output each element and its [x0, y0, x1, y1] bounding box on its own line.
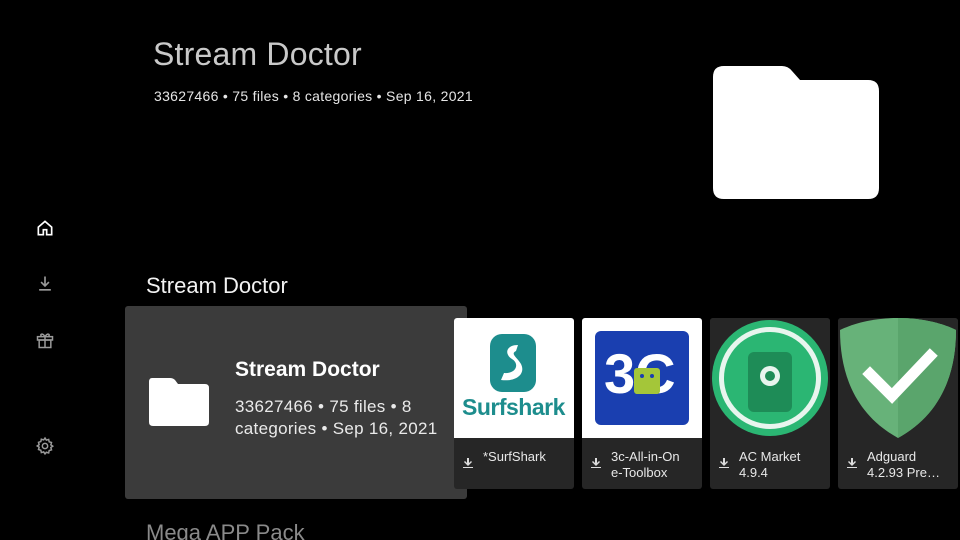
page-meta: 33627466 • 75 files • 8 categories • Sep…	[154, 88, 473, 104]
app-root: Stream Doctor 33627466 • 75 files • 8 ca…	[0, 0, 960, 540]
app-label: Adguard 4.2.93 Pre…	[867, 449, 940, 480]
adguard-logo	[838, 318, 958, 438]
folder-icon	[148, 377, 210, 427]
app-tile-3c-toolbox[interactable]: 3C 3c-All-in-On e-Toolbox	[582, 318, 702, 489]
surfshark-wordmark: Surfshark	[462, 394, 565, 420]
home-icon[interactable]	[34, 217, 56, 239]
download-icon	[463, 458, 473, 468]
app-label: AC Market 4.9.4	[739, 449, 801, 480]
focused-folder-card[interactable]: Stream Doctor 33627466 • 75 files • 8 ca…	[125, 306, 467, 499]
folder-icon	[712, 64, 880, 200]
surfshark-logo: Surfshark	[454, 318, 574, 438]
3c-toolbox-logo: 3C	[582, 318, 702, 438]
app-label: *SurfShark	[483, 449, 546, 464]
gift-icon[interactable]	[34, 329, 56, 351]
ac-market-logo	[710, 318, 830, 438]
download-icon	[847, 458, 857, 468]
app-tile-ac-market[interactable]: AC Market 4.9.4	[710, 318, 830, 489]
gear-icon[interactable]	[34, 435, 56, 457]
app-tile-surfshark[interactable]: Surfshark *SurfShark	[454, 318, 574, 489]
download-icon	[719, 458, 729, 468]
card-meta: 33627466 • 75 files • 8 categories • Sep…	[235, 397, 438, 438]
row-title: Stream Doctor	[146, 273, 288, 298]
row-title-mega-app-pack: Mega APP Pack	[146, 520, 305, 540]
page-title: Stream Doctor	[153, 36, 362, 72]
app-tile-adguard[interactable]: Adguard 4.2.93 Pre…	[838, 318, 958, 489]
app-label: 3c-All-in-On e-Toolbox	[611, 449, 680, 480]
card-title: Stream Doctor	[235, 358, 380, 381]
download-icon[interactable]	[34, 273, 56, 295]
download-icon	[591, 458, 601, 468]
